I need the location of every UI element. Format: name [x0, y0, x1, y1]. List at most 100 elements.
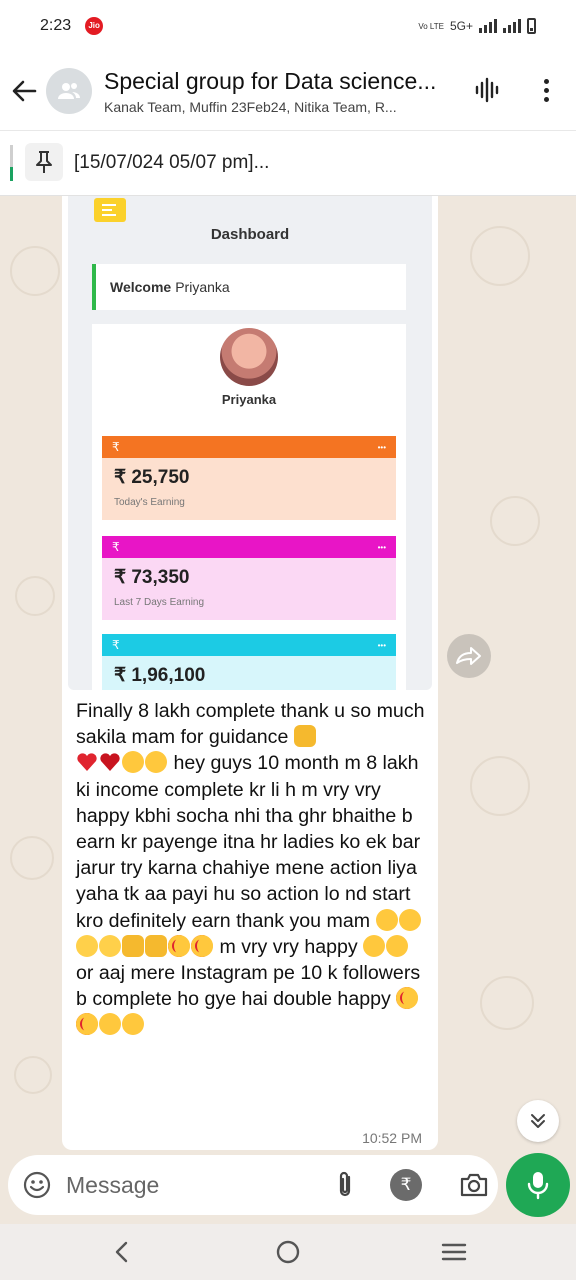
earning-card-total: ₹ ••• ₹ 1,96,100 [102, 634, 396, 690]
emoji-button[interactable] [22, 1170, 52, 1200]
message-text: Finally 8 lakh complete thank u so much … [76, 698, 428, 1039]
more-dot-icon [543, 96, 549, 102]
attach-button[interactable] [330, 1169, 360, 1201]
signal-icon [479, 19, 497, 33]
red-heart-emoji [76, 751, 98, 773]
nav-back-icon [115, 1241, 128, 1263]
profile-card: Priyanka ₹ ••• ₹ 25,750 Today's Earning … [92, 324, 406, 690]
rupee-icon: ₹ [400, 1175, 412, 1194]
more-options-button[interactable] [528, 72, 564, 108]
forward-button[interactable] [447, 634, 491, 678]
chat-members: Kanak Team, Muffin 23Feb24, Nitika Team,… [104, 98, 397, 115]
status-bar: 2:23 Jio Vo LTE 5G+ [0, 0, 576, 52]
nav-recents-button[interactable] [438, 1236, 470, 1268]
earning-label: Today's Earning [114, 497, 185, 508]
system-navigation-bar [0, 1224, 576, 1280]
payment-button[interactable]: ₹ [390, 1169, 422, 1201]
earning-card-header: ₹ ••• [102, 536, 396, 558]
group-icon [58, 83, 80, 99]
welcome-label: Welcome [110, 279, 172, 295]
pinned-indicator [10, 145, 13, 181]
earning-card-body: ₹ 1,96,100 [102, 656, 396, 690]
volte-label: Vo LTE [418, 21, 444, 31]
network-label: 5G+ [449, 19, 473, 33]
wallpaper-doodle [490, 496, 540, 546]
paperclip-icon [339, 1171, 351, 1197]
earning-card-week: ₹ ••• ₹ 73,350 Last 7 Days Earning [102, 536, 396, 620]
voice-message-button[interactable] [506, 1153, 570, 1217]
camera-button[interactable] [458, 1169, 490, 1201]
smiling-hearts-emoji [398, 908, 421, 931]
earning-card-header: ₹ ••• [102, 436, 396, 458]
smiling-face-emoji [76, 934, 98, 957]
smiling-hearts-emoji [386, 934, 409, 957]
nav-back-button[interactable] [106, 1236, 138, 1268]
folded-hands-emoji [145, 934, 167, 957]
earning-amount: ₹ 25,750 [114, 467, 190, 488]
rupee-icon: ₹ [112, 440, 120, 454]
scroll-down-button[interactable] [517, 1100, 559, 1142]
message-text-part: or aaj mere Instagram pe 10 k followers … [76, 962, 421, 1011]
pinned-message-bar[interactable]: [15/07/024 05/07 pm]... [0, 130, 576, 196]
voice-chat-button[interactable] [470, 72, 506, 108]
message-text-part: m vry vry happy [214, 935, 364, 958]
rupee-icon: ₹ [112, 540, 120, 554]
smiling-hearts-emoji [375, 908, 398, 931]
earning-amount: ₹ 1,96,100 [114, 665, 206, 686]
folded-hands-emoji [293, 725, 316, 748]
smiling-hearts-emoji [99, 1013, 121, 1036]
message-bubble[interactable]: Dashboard Welcome Priyanka Priyanka ₹ ••… [62, 196, 438, 1150]
signal-icon-2 [503, 19, 521, 33]
more-dot-icon [543, 78, 549, 84]
wallpaper-doodle [15, 576, 55, 616]
earning-label: Last 7 Days Earning [114, 597, 205, 608]
wallpaper-doodle [14, 1056, 52, 1094]
message-time: 10:52 PM [362, 1130, 422, 1146]
jio-icon: Jio [85, 17, 104, 35]
forward-icon [456, 647, 481, 665]
folded-hands-emoji [122, 934, 144, 957]
status-time: 2:23 [40, 17, 72, 34]
card-menu-icon: ••• [377, 442, 386, 452]
smiling-hearts-emoji [122, 1013, 144, 1036]
welcome-name: Priyanka [175, 279, 230, 295]
smiling-hearts-emoji [363, 934, 386, 957]
double-chevron-down-icon [531, 1114, 545, 1128]
camera-icon [460, 1173, 488, 1197]
rupee-icon: ₹ [112, 638, 120, 652]
back-button[interactable] [2, 69, 46, 113]
smiling-hearts-emoji [145, 751, 167, 774]
chat-header: Special group for Data science... Kanak … [0, 52, 576, 130]
microphone-icon [527, 1172, 549, 1200]
earning-card-body: ₹ 25,750 Today's Earning [102, 458, 396, 520]
earning-card-today: ₹ ••• ₹ 25,750 Today's Earning [102, 436, 396, 520]
wallpaper-doodle [480, 976, 534, 1030]
more-dot-icon [543, 87, 549, 93]
earning-card-body: ₹ 73,350 Last 7 Days Earning [102, 558, 396, 620]
card-menu-icon: ••• [377, 640, 386, 650]
nav-home-button[interactable] [272, 1236, 304, 1268]
shared-image[interactable]: Dashboard Welcome Priyanka Priyanka ₹ ••… [68, 196, 432, 690]
audio-wave-icon [475, 77, 499, 103]
profile-name: Priyanka [221, 392, 277, 407]
heart-eyes-emoji [168, 934, 190, 957]
group-avatar[interactable] [46, 68, 92, 114]
smiling-hearts-emoji [122, 751, 144, 774]
status-icons: Vo LTE 5G+ [418, 18, 536, 34]
dashboard-title: Dashboard [210, 226, 290, 243]
message-input[interactable] [66, 1169, 316, 1201]
emoji-icon [23, 1171, 51, 1199]
wallpaper-doodle [470, 226, 530, 286]
menu-icon [94, 198, 126, 222]
back-arrow-icon [12, 80, 37, 102]
chat-area[interactable]: Dashboard Welcome Priyanka Priyanka ₹ ••… [0, 196, 576, 1160]
wallpaper-doodle [10, 246, 60, 296]
wallpaper-doodle [10, 836, 54, 880]
pin-icon [36, 151, 52, 173]
earning-card-header: ₹ ••• [102, 634, 396, 656]
wallpaper-doodle [470, 756, 530, 816]
message-composer: ₹ [8, 1155, 498, 1215]
card-menu-icon: ••• [377, 542, 386, 552]
header-titles[interactable]: Special group for Data science... Kanak … [104, 68, 454, 115]
heart-eyes-emoji [191, 934, 213, 957]
